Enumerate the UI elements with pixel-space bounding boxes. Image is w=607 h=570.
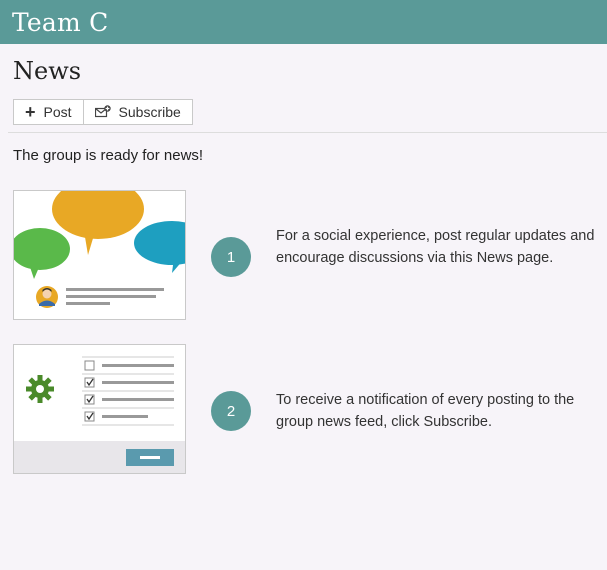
team-header: Team C xyxy=(0,0,607,44)
step-number-badge: 1 xyxy=(211,237,251,277)
plus-icon: + xyxy=(25,102,36,122)
team-title: Team C xyxy=(12,7,109,37)
post-button[interactable]: + Post xyxy=(14,100,83,124)
divider xyxy=(8,132,607,133)
step-description: For a social experience, post regular up… xyxy=(276,228,595,266)
news-toolbar: + Post Subscribe xyxy=(13,99,193,125)
step-number-badge: 2 xyxy=(211,391,251,431)
subscribe-button[interactable]: Subscribe xyxy=(82,100,192,124)
subscribe-mail-icon xyxy=(94,105,111,119)
subscribe-button-label: Subscribe xyxy=(118,104,181,120)
subscribe-settings-illustration xyxy=(13,344,186,474)
page-title: News xyxy=(13,57,82,85)
post-button-label: Post xyxy=(43,104,72,120)
intro-text: The group is ready for news! xyxy=(13,147,204,164)
speech-bubbles-illustration xyxy=(13,190,186,320)
step-description: To receive a notification of every posti… xyxy=(276,392,575,430)
